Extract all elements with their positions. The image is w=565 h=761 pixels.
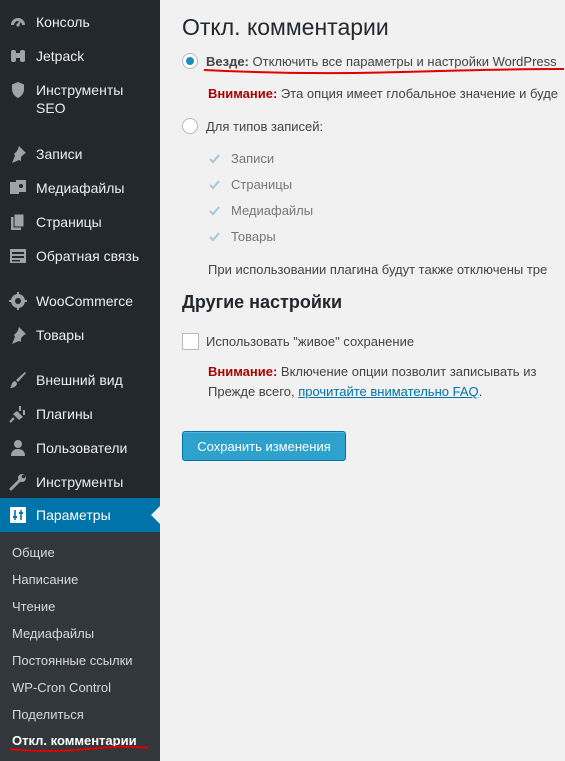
seo-shield-icon [8, 80, 28, 100]
faq-prefix: Прежде всего, [208, 384, 299, 399]
plugin-icon [8, 404, 28, 424]
faq-line: Прежде всего, прочитайте внимательно FAQ… [208, 384, 482, 399]
sidebar-item-media[interactable]: Медиафайлы [0, 178, 160, 198]
jetpack-icon [8, 46, 28, 66]
pin-icon [8, 144, 28, 164]
sidebar-item-label: Медиафайлы [36, 180, 125, 196]
checkmark-icon[interactable] [208, 178, 221, 191]
submenu-item-permalinks[interactable]: Постоянные ссылки [12, 653, 133, 669]
submenu-item-disable-comments[interactable]: Откл. комментарии [12, 733, 137, 749]
sidebar-item-settings[interactable]: Параметры [0, 498, 160, 532]
sidebar-item-label: Записи [36, 146, 83, 162]
sidebar-item-seo-tools[interactable]: Инструменты SEO [0, 80, 160, 118]
users-icon [8, 438, 28, 458]
everywhere-radio[interactable] [182, 53, 198, 69]
post-type-option: Записи [231, 151, 275, 166]
faq-suffix: . [478, 384, 483, 399]
sidebar-item-label: Товары [36, 327, 85, 343]
everywhere-label: Везде: [206, 54, 249, 69]
sidebar-item-label: Инструменты SEO [36, 82, 124, 116]
settings-submenu: Общие Написание Чтение Медиафайлы Постоя… [0, 532, 160, 761]
checkmark-icon[interactable] [208, 230, 221, 243]
sidebar-item-products[interactable]: Товары [0, 325, 160, 345]
other-settings-heading: Другие настройки [182, 292, 343, 312]
sidebar-item-label: Инструменты [36, 474, 124, 490]
everywhere-text: Отключить все параметры и настройки Word… [248, 54, 557, 69]
sidebar-item-woocommerce[interactable]: WooCommerce [0, 291, 160, 311]
sidebar-item-label: Jetpack [36, 48, 85, 64]
feedback-icon [8, 246, 28, 266]
checkmark-icon[interactable] [208, 204, 221, 217]
post-type-option: Страницы [231, 177, 293, 192]
post-types-radio[interactable] [182, 118, 198, 134]
sidebar-item-label: Плагины [36, 406, 93, 422]
sidebar-item-label: Внешний вид [36, 372, 123, 388]
sidebar-item-tools[interactable]: Инструменты [0, 472, 160, 492]
live-save-label[interactable]: Использовать "живое" сохранение [206, 334, 414, 349]
sidebar-item-label: Пользователи [36, 440, 128, 456]
pages-icon [8, 212, 28, 232]
sidebar-item-label: Страницы [36, 214, 102, 230]
media-icon [8, 178, 28, 198]
sidebar-item-feedback[interactable]: Обратная связь [0, 246, 160, 266]
sidebar-item-pages[interactable]: Страницы [0, 212, 160, 232]
woocommerce-icon [8, 291, 28, 311]
live-save-checkbox[interactable] [182, 333, 199, 350]
save-changes-button[interactable]: Сохранить изменения [182, 431, 346, 461]
submenu-item-wp-cron-control[interactable]: WP-Cron Control [12, 680, 111, 696]
post-types-label[interactable]: Для типов записей: [206, 119, 323, 134]
faq-link[interactable]: прочитайте внимательно FAQ [298, 384, 478, 399]
sidebar-item-label: Параметры [36, 507, 111, 523]
sidebar-item-plugins[interactable]: Плагины [0, 404, 160, 424]
submenu-item-media[interactable]: Медиафайлы [12, 626, 94, 642]
warning-label: Внимание: [208, 364, 278, 379]
pin-icon [8, 325, 28, 345]
everywhere-warning: Внимание: Эта опция имеет глобальное зна… [208, 86, 558, 101]
post-types-note: При использовании плагина будут также от… [208, 262, 548, 277]
warning-label: Внимание: [208, 86, 278, 101]
submenu-item-reading[interactable]: Чтение [12, 599, 55, 615]
dashboard-icon [8, 12, 28, 32]
wrench-icon [8, 472, 28, 492]
admin-sidebar: Консоль Jetpack Инструменты SEO Записи М… [0, 0, 160, 761]
warning-text: Включение опции позволит записывать из [277, 364, 537, 379]
warning-text: Эта опция имеет глобальное значение и бу… [277, 86, 559, 101]
sidebar-item-posts[interactable]: Записи [0, 144, 160, 164]
sidebar-item-label: WooCommerce [36, 293, 133, 309]
live-save-warning: Внимание: Включение опции позволит запис… [208, 364, 536, 379]
sidebar-item-jetpack[interactable]: Jetpack [0, 46, 160, 66]
post-type-option: Товары [231, 229, 276, 244]
sidebar-item-console[interactable]: Консоль [0, 12, 160, 32]
everywhere-option-label[interactable]: Везде: Отключить все параметры и настрой… [206, 54, 557, 69]
brush-icon [8, 370, 28, 390]
submenu-item-general[interactable]: Общие [12, 545, 55, 561]
post-type-option: Медиафайлы [231, 203, 314, 218]
sidebar-item-label: Обратная связь [36, 248, 140, 264]
sidebar-item-appearance[interactable]: Внешний вид [0, 370, 160, 390]
checkmark-icon[interactable] [208, 152, 221, 165]
submenu-item-share[interactable]: Поделиться [12, 707, 84, 723]
sidebar-item-users[interactable]: Пользователи [0, 438, 160, 458]
sidebar-item-label: Консоль [36, 14, 90, 30]
settings-main: Откл. комментарии Везде: Отключить все п… [160, 0, 565, 761]
settings-icon [8, 505, 28, 525]
page-title: Откл. комментарии [182, 14, 389, 40]
submenu-item-writing[interactable]: Написание [12, 572, 78, 588]
